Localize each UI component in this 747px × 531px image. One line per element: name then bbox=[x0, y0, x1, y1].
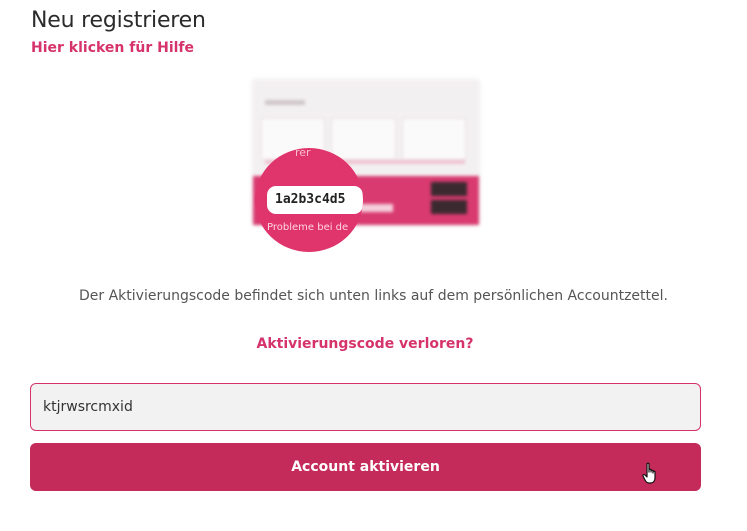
activate-account-button[interactable]: Account aktivieren bbox=[30, 443, 701, 491]
code-magnifier: rer 1a2b3c4d5 Probleme bei de bbox=[255, 148, 363, 252]
account-slip-illustration: rer 1a2b3c4d5 Probleme bei de bbox=[253, 80, 479, 255]
activation-code-input[interactable] bbox=[30, 383, 701, 431]
hand-pointer-icon bbox=[642, 462, 656, 484]
page-title: Neu registrieren bbox=[31, 8, 206, 33]
magnifier-problem-text: Probleme bei de bbox=[267, 222, 349, 233]
sample-activation-code: 1a2b3c4d5 bbox=[267, 186, 363, 214]
help-link[interactable]: Hier klicken für Hilfe bbox=[31, 40, 194, 56]
magnifier-top-text: rer bbox=[295, 148, 311, 159]
activation-code-info: Der Aktivierungscode befindet sich unten… bbox=[79, 288, 668, 304]
lost-code-link[interactable]: Aktivierungscode verloren? bbox=[0, 336, 730, 352]
